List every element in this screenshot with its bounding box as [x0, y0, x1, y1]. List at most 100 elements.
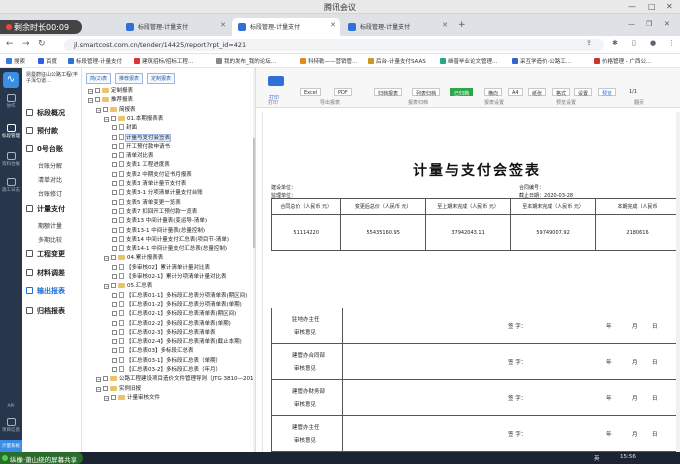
checkbox[interactable]: [112, 199, 117, 205]
checkbox[interactable]: [111, 255, 116, 261]
tree-folder-node[interactable]: − 01.本期报表表: [104, 114, 163, 123]
checkbox[interactable]: [112, 246, 117, 252]
extensions-icon[interactable]: ✱: [612, 39, 618, 47]
tree-report-node[interactable]: 支表2 中期支付证书月报表: [112, 170, 192, 179]
list-archive-button[interactable]: 列表归档: [412, 88, 441, 97]
tree-folder-node[interactable]: − 公路工程建设项目造价文件管理导则（JTG 3810—2017）: [96, 374, 255, 383]
tree-folder-node[interactable]: − 简报表: [96, 105, 136, 114]
tree-report-node[interactable]: 支表1 工程进度表: [112, 160, 170, 169]
tree-folder-node[interactable]: − 推荐报表: [88, 95, 133, 104]
archive-report-button[interactable]: 归档报表: [374, 88, 403, 97]
checkbox[interactable]: [112, 339, 117, 345]
forward-icon[interactable]: →: [22, 39, 30, 49]
tree-toolbar-button[interactable]: 定制报表: [146, 73, 175, 84]
browser-tab[interactable]: 标段管理-计量支付 ✕: [342, 18, 452, 36]
minimize-icon[interactable]: —: [628, 2, 636, 11]
reload-icon[interactable]: ↻: [38, 39, 46, 49]
expand-toggle-icon[interactable]: −: [96, 107, 101, 113]
checkbox[interactable]: [112, 311, 117, 317]
tree-report-node[interactable]: 【汇总表01-2】多标段汇总表分项清单表(单期): [112, 300, 242, 309]
close-icon[interactable]: ✕: [666, 2, 673, 11]
tree-report-node[interactable]: 【汇总表02-1】多标段汇总表清单表(期区间): [112, 309, 236, 318]
page-indicator[interactable]: 1/1: [626, 88, 640, 96]
tree-report-node[interactable]: 支表3-1 分项清单计量支付台账: [112, 188, 203, 197]
tree-report-node[interactable]: 【汇总表03-1】多标段汇总表（单期）: [112, 356, 221, 365]
checkbox[interactable]: [112, 348, 117, 354]
archived-button[interactable]: 已归档: [450, 88, 474, 97]
checkbox[interactable]: [103, 385, 108, 391]
checkbox[interactable]: [112, 171, 117, 177]
app-nav-item[interactable]: API: [0, 404, 22, 409]
menu-item[interactable]: 工程变更: [26, 249, 65, 259]
app-nav-item-active[interactable]: 计量系统: [0, 440, 22, 452]
bookmark-item[interactable]: 我的发布_我的论坛…: [216, 57, 276, 65]
tree-report-node[interactable]: 【多审核02-1】累计分项清单计量对比表: [112, 272, 226, 281]
pdf-button[interactable]: PDF: [334, 88, 352, 96]
checkbox[interactable]: [112, 227, 117, 233]
expand-toggle-icon[interactable]: −: [104, 116, 109, 122]
tab-close-icon[interactable]: ✕: [330, 21, 336, 29]
menu-item-active[interactable]: 输出报表: [26, 286, 65, 296]
bookmark-item[interactable]: 继普毕业论文管理…: [440, 57, 498, 65]
menu-icon[interactable]: ⋮: [668, 39, 675, 47]
maximize-icon[interactable]: □: [648, 2, 656, 11]
tab-close-icon[interactable]: ✕: [442, 21, 448, 29]
window-close-icon[interactable]: ✕: [664, 20, 670, 28]
checkbox[interactable]: [112, 143, 117, 149]
report-scrollbar[interactable]: [676, 112, 680, 452]
bookmark-item[interactable]: 后台-计量支付SAAS: [368, 57, 426, 65]
bookmark-item[interactable]: 采互学造价·公路工…: [512, 57, 571, 65]
window-restore-icon[interactable]: ❐: [646, 20, 652, 28]
app-nav-item[interactable]: 施工日志: [0, 178, 22, 193]
tab-close-icon[interactable]: ✕: [220, 21, 226, 29]
checkbox[interactable]: [112, 367, 117, 372]
checkbox[interactable]: [112, 125, 117, 131]
tree-report-node[interactable]: 清单对比表: [112, 151, 154, 160]
bookmark-item[interactable]: 标段管理-计量支付: [68, 57, 122, 65]
expand-toggle-icon[interactable]: −: [96, 386, 101, 392]
tree-report-node[interactable]: 【汇总表03】多标段汇总表: [112, 346, 194, 355]
menu-item[interactable]: 0号台账: [26, 144, 63, 154]
settings-button[interactable]: 设置: [574, 88, 593, 97]
expand-toggle-icon[interactable]: −: [96, 377, 101, 383]
tree-toolbar-button[interactable]: 简(2)表: [86, 73, 112, 84]
menu-item[interactable]: 计量支付: [26, 204, 65, 214]
paper-size-select[interactable]: A4: [508, 88, 523, 96]
checkbox[interactable]: [103, 106, 108, 112]
expand-toggle-icon[interactable]: −: [104, 395, 109, 401]
tree-report-node[interactable]: 支表7 扣回开工预付款一览表: [112, 207, 197, 216]
screen-share-pill[interactable]: 纵橡·萧山绕的屏幕共享: [0, 452, 84, 464]
expand-toggle-icon[interactable]: −: [88, 89, 93, 94]
checkbox[interactable]: [112, 264, 117, 270]
menu-item[interactable]: 归档报表: [26, 306, 65, 316]
checkbox[interactable]: [111, 115, 116, 121]
bookmark-item[interactable]: 科特勒——营销管…: [300, 57, 358, 65]
tree-report-node[interactable]: 封面: [112, 123, 137, 132]
tree-report-node[interactable]: 计量与支付会签表: [112, 133, 172, 142]
tree-folder-node[interactable]: − 05.汇总表: [104, 281, 152, 290]
tree-report-node[interactable]: 支表5 清单变更一览表: [112, 198, 181, 207]
tree-report-node[interactable]: 支表3 清单计量节支付表: [112, 179, 186, 188]
tree-report-node[interactable]: 支表13-1 中间计量表(总量控制): [112, 226, 205, 235]
checkbox[interactable]: [112, 218, 117, 224]
expand-toggle-icon[interactable]: −: [88, 98, 93, 104]
tree-folder-node[interactable]: − 04.累计报表表: [104, 253, 163, 262]
tree-report-node[interactable]: 【汇总表02-4】多标段汇总表清单表(截止本期): [112, 337, 242, 346]
tree-report-node[interactable]: 支表14 中间计量支付汇总表(项目节-清单): [112, 235, 229, 244]
sidebar-icon[interactable]: ▯: [632, 39, 636, 47]
tree-report-node[interactable]: 【汇总表03-2】多标段汇总表（年月）: [112, 365, 221, 374]
app-nav-item[interactable]: 标段管理: [0, 124, 22, 139]
tree-report-node[interactable]: 【多审核02】累计清单计量对比表: [112, 263, 210, 272]
checkbox[interactable]: [112, 320, 117, 326]
tree-report-node[interactable]: 【汇总表02-2】多标段汇总表清单表(单期): [112, 319, 231, 328]
menu-subitem[interactable]: 清单对比: [38, 175, 62, 184]
excel-button[interactable]: Excel: [300, 88, 322, 96]
app-nav-item[interactable]: 协作: [0, 94, 22, 109]
checkbox[interactable]: [112, 236, 117, 242]
tree-folder-node[interactable]: − 定制报表: [88, 86, 133, 95]
browser-tab-active[interactable]: 标段管理-计量支付 ✕: [232, 18, 340, 36]
menu-subitem[interactable]: 期额计量: [38, 221, 62, 230]
tree-report-node[interactable]: 支表14-1 中间计量支付汇总表(总量控制): [112, 244, 227, 253]
menu-item[interactable]: 材料调差: [26, 268, 65, 278]
print-icon[interactable]: [268, 76, 284, 86]
